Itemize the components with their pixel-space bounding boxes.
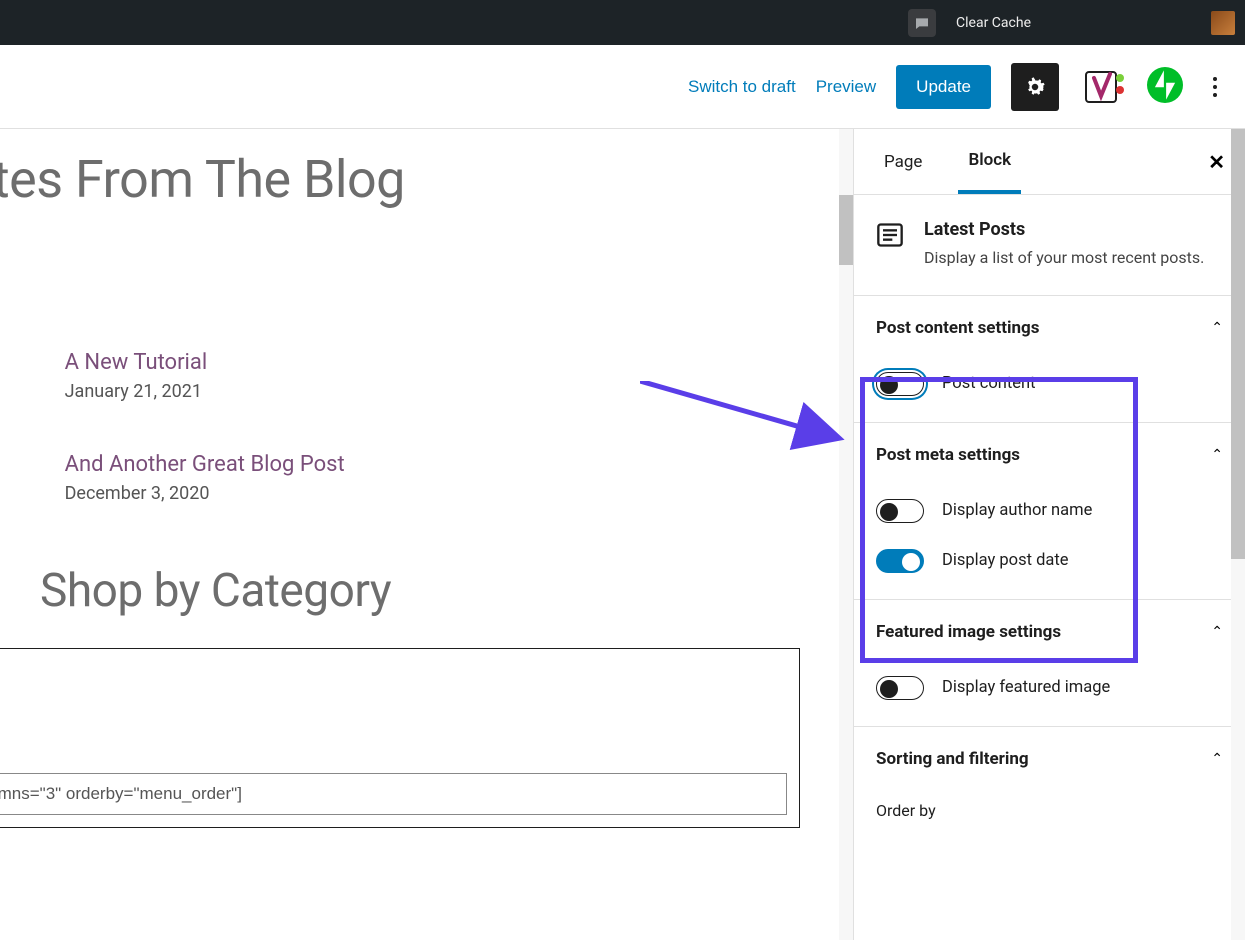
- section-sorting: Sorting and filtering ⌃ Order by: [854, 727, 1245, 840]
- shop-heading[interactable]: Shop by Category: [40, 564, 840, 618]
- preview-button[interactable]: Preview: [816, 77, 876, 97]
- orderby-label: Order by: [876, 791, 1223, 840]
- update-button[interactable]: Update: [896, 65, 991, 109]
- comments-icon[interactable]: [908, 9, 936, 37]
- jetpack-icon[interactable]: [1147, 67, 1183, 107]
- post-link[interactable]: And Another Great Blog Post: [65, 452, 345, 477]
- chevron-up-icon: ⌃: [1211, 447, 1223, 463]
- clear-cache-link[interactable]: Clear Cache: [956, 15, 1031, 31]
- section-title: Featured image settings: [876, 622, 1061, 642]
- block-description: Display a list of your most recent posts…: [924, 246, 1204, 271]
- toggle-label: Display author name: [942, 501, 1092, 520]
- post-item[interactable]: A New Tutorial January 21, 2021: [65, 350, 345, 402]
- section-post-content: Post content settings ⌃ Post content: [854, 296, 1245, 423]
- toggle-post-content[interactable]: [876, 372, 924, 396]
- admin-bar: Clear Cache: [0, 0, 1245, 45]
- toggle-author-name[interactable]: [876, 499, 924, 523]
- section-header[interactable]: Post meta settings ⌃: [876, 423, 1223, 487]
- section-header[interactable]: Post content settings ⌃: [876, 296, 1223, 360]
- latest-posts-icon: [876, 221, 904, 249]
- section-title: Post content settings: [876, 318, 1039, 338]
- shortcode-block[interactable]: [0, 648, 800, 828]
- toggle-label: Display post date: [942, 551, 1069, 570]
- section-header[interactable]: Sorting and filtering ⌃: [876, 727, 1223, 791]
- section-title: Post meta settings: [876, 445, 1020, 465]
- post-date: January 21, 2021: [65, 381, 345, 402]
- chevron-up-icon: ⌃: [1211, 751, 1223, 767]
- canvas-scrollbar[interactable]: [839, 129, 853, 940]
- latest-posts-block[interactable]: Information About a Topic January 21, 20…: [0, 350, 840, 504]
- switch-to-draft-button[interactable]: Switch to draft: [688, 77, 796, 97]
- section-title: Sorting and filtering: [876, 749, 1029, 769]
- editor-canvas[interactable]: Latest Updates From The Blog Information…: [0, 129, 853, 940]
- toggle-label: Display featured image: [942, 678, 1110, 697]
- chevron-up-icon: ⌃: [1211, 624, 1223, 640]
- section-post-meta: Post meta settings ⌃ Display author name…: [854, 423, 1245, 600]
- toggle-label: Post content: [942, 374, 1036, 393]
- shortcode-input[interactable]: [0, 773, 787, 815]
- toggle-post-date[interactable]: [876, 549, 924, 573]
- tab-block[interactable]: Block: [958, 129, 1021, 194]
- post-link[interactable]: A New Tutorial: [65, 350, 345, 375]
- close-icon[interactable]: ✕: [1208, 150, 1225, 174]
- sidebar-scrollbar[interactable]: [1231, 129, 1245, 940]
- yoast-icon[interactable]: [1079, 63, 1127, 111]
- chevron-up-icon: ⌃: [1211, 320, 1223, 336]
- block-header: Latest Posts Display a list of your most…: [854, 195, 1245, 296]
- block-title: Latest Posts: [924, 219, 1204, 240]
- editor-toolbar: Switch to draft Preview Update: [0, 45, 1245, 129]
- settings-icon[interactable]: [1011, 63, 1059, 111]
- more-options-icon[interactable]: [1203, 77, 1227, 97]
- section-featured-image: Featured image settings ⌃ Display featur…: [854, 600, 1245, 727]
- workspace: Latest Updates From The Blog Information…: [0, 129, 1245, 940]
- user-avatar[interactable]: [1211, 11, 1235, 35]
- page-heading[interactable]: Latest Updates From The Blog: [0, 149, 840, 210]
- post-item[interactable]: And Another Great Blog Post December 3, …: [65, 452, 345, 504]
- settings-sidebar: Page Block ✕ Latest Posts Display a list…: [853, 129, 1245, 940]
- post-date: December 3, 2020: [65, 483, 345, 504]
- sidebar-tabs: Page Block ✕: [854, 129, 1245, 195]
- scrollbar-thumb[interactable]: [1231, 129, 1245, 559]
- section-header[interactable]: Featured image settings ⌃: [876, 600, 1223, 664]
- scrollbar-thumb[interactable]: [839, 195, 853, 265]
- tab-page[interactable]: Page: [874, 129, 932, 194]
- toggle-featured-image[interactable]: [876, 676, 924, 700]
